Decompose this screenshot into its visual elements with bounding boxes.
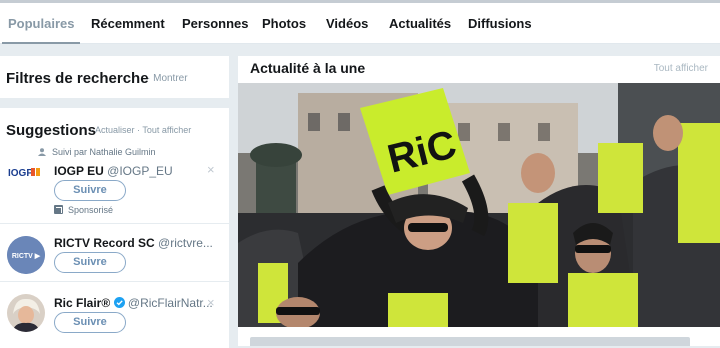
sponsored-icon bbox=[54, 205, 63, 214]
sponsored-text: Sponsorisé bbox=[68, 205, 114, 215]
news-caption[interactable] bbox=[238, 327, 720, 346]
tab-populaires[interactable]: Populaires bbox=[1, 3, 81, 44]
tab-recemment[interactable]: Récemment bbox=[91, 3, 165, 43]
news-caption-text bbox=[250, 337, 690, 346]
tab-videos[interactable]: Vidéos bbox=[326, 3, 368, 43]
news-photo[interactable]: RiC bbox=[238, 83, 720, 327]
iogp-logo-avatar[interactable]: IOGP bbox=[7, 163, 45, 181]
verified-badge-icon bbox=[113, 297, 125, 308]
follow-button[interactable]: Suivre bbox=[54, 252, 126, 273]
account-handle: @IOGP_EU bbox=[107, 164, 173, 178]
follow-button[interactable]: Suivre bbox=[54, 180, 126, 201]
news-see-all-link[interactable]: Tout afficher bbox=[654, 63, 708, 74]
display-name: RICTV Record SC bbox=[54, 236, 155, 250]
followed-by-text: Suivi par Nathalie Guilmin bbox=[52, 147, 156, 157]
tab-photos[interactable]: Photos bbox=[262, 3, 306, 43]
filters-title: Filtres de recherche bbox=[6, 70, 149, 87]
suggestions-title: Suggestions bbox=[6, 122, 97, 139]
followed-by: Suivi par Nathalie Guilmin bbox=[38, 147, 156, 157]
search-filters-panel: Filtres de recherche · Montrer bbox=[0, 56, 229, 98]
display-name: IOGP EU bbox=[54, 164, 104, 178]
account-handle: @rictvre... bbox=[158, 236, 213, 250]
tab-diffusions[interactable]: Diffusions bbox=[468, 3, 532, 43]
suggestion-item-iogp: Suivi par Nathalie Guilmin IOGP EU @IOGP… bbox=[0, 140, 229, 222]
news-title: Actualité à la une bbox=[250, 60, 366, 76]
ric-flair-avatar[interactable] bbox=[7, 294, 45, 332]
search-tabs: Populaires Récemment Personnes Photos Vi… bbox=[0, 3, 720, 44]
suggestions-actions[interactable]: · Actualiser · Tout afficher bbox=[90, 125, 191, 135]
display-name: Ric Flair® bbox=[54, 296, 111, 310]
tab-actualites[interactable]: Actualités bbox=[389, 3, 451, 43]
person-icon bbox=[38, 148, 46, 156]
rictv-avatar[interactable]: RICTV ▶ bbox=[7, 236, 45, 274]
account-name[interactable]: Ric Flair® @RicFlairNatr... bbox=[54, 296, 213, 310]
featured-news-panel: Actualité à la une Tout afficher RiC bbox=[238, 56, 720, 346]
sponsored-label: Sponsorisé bbox=[54, 205, 113, 215]
filters-show-link[interactable]: · Montrer bbox=[147, 73, 188, 84]
account-name[interactable]: IOGP EU @IOGP_EU bbox=[54, 164, 173, 178]
account-name[interactable]: RICTV Record SC @rictvre... bbox=[54, 236, 213, 250]
tab-personnes[interactable]: Personnes bbox=[182, 3, 248, 43]
close-icon[interactable]: × bbox=[207, 162, 215, 177]
close-icon[interactable]: × bbox=[207, 295, 215, 310]
follow-button[interactable]: Suivre bbox=[54, 312, 126, 333]
rictv-logo-text: RICTV ▶ bbox=[12, 253, 41, 260]
account-handle: @RicFlairNatr... bbox=[127, 296, 213, 310]
iogp-logo-text: IOGP bbox=[8, 168, 33, 179]
